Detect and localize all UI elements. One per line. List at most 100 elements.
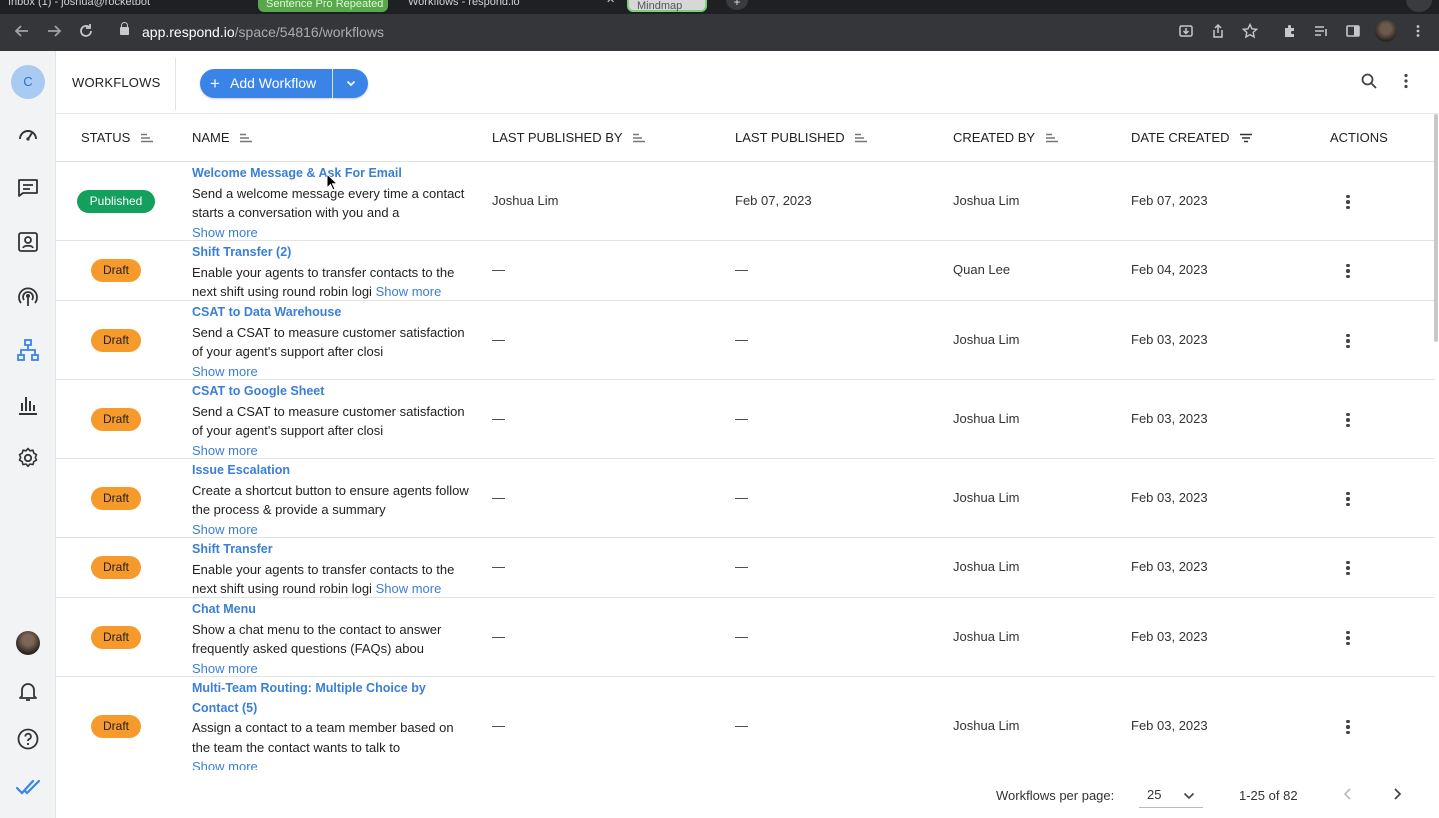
created-by: Joshua Lim [953, 718, 1020, 733]
show-more-link[interactable]: Show more [192, 443, 258, 458]
add-workflow-button[interactable]: + Add Workflow [200, 69, 332, 98]
show-more-link[interactable]: Show more [376, 581, 442, 596]
space-badge[interactable]: C [11, 65, 45, 99]
star-icon[interactable] [1240, 22, 1260, 43]
contact-card-icon[interactable] [16, 230, 40, 254]
extensions-icon[interactable] [1280, 23, 1300, 43]
avatar[interactable] [16, 631, 40, 655]
double-check-logo-icon[interactable] [15, 775, 41, 799]
show-more-link[interactable]: Show more [192, 661, 258, 676]
table-row[interactable]: Draft CSAT to Data Warehouse Send a CSAT… [56, 301, 1435, 380]
workflow-title-link[interactable]: CSAT to Data Warehouse [192, 303, 472, 323]
status-badge: Draft [91, 329, 141, 352]
column-label: ACTIONS [1330, 130, 1388, 145]
row-actions-icon[interactable] [1342, 490, 1354, 508]
table-row[interactable]: Draft Shift Transfer (2) Enable your age… [56, 241, 1435, 301]
column-header-last-published[interactable]: LAST PUBLISHED [735, 114, 868, 162]
prev-page-icon[interactable] [1338, 784, 1358, 806]
more-options-icon[interactable] [1395, 72, 1417, 94]
table-scrollbar[interactable] [1434, 114, 1438, 342]
reading-list-icon[interactable] [1311, 23, 1331, 43]
show-more-link[interactable]: Show more [192, 522, 258, 537]
workflow-title-link[interactable]: Shift Transfer (2) [192, 243, 472, 263]
per-page-select[interactable]: 25 [1139, 782, 1203, 808]
table-row[interactable]: Published Welcome Message & Ask For Emai… [56, 162, 1435, 241]
last-published-by: — [492, 332, 505, 347]
column-header-created-by[interactable]: CREATED BY [953, 114, 1059, 162]
new-tab-icon[interactable]: + [726, 0, 748, 10]
url-path: /space/54816/workflows [234, 24, 385, 40]
workflow-description: Create a shortcut button to ensure agent… [192, 482, 469, 518]
tab-label: Inbox (1) - joshua@rocketbot [8, 0, 151, 8]
install-icon[interactable] [1176, 23, 1196, 43]
date-created: Feb 07, 2023 [1131, 193, 1208, 208]
bell-icon[interactable] [16, 679, 40, 703]
address-bar[interactable]: app.respond.io/space/54816/workflows [110, 18, 1270, 47]
created-by: Joshua Lim [953, 629, 1020, 644]
sort-icon[interactable] [140, 133, 154, 143]
workflow-title-link[interactable]: Chat Menu [192, 600, 472, 620]
browser-tab[interactable]: Mindmap [627, 0, 707, 12]
share-icon[interactable] [1208, 23, 1228, 43]
table-row[interactable]: Draft CSAT to Google Sheet Send a CSAT t… [56, 380, 1435, 459]
table-row[interactable]: Draft Issue Escalation Create a shortcut… [56, 459, 1435, 538]
workflows-table: STATUS NAME LAST PUBLISHED BY LAST PUBLI… [56, 114, 1435, 774]
gear-icon[interactable] [16, 446, 40, 470]
broadcast-icon[interactable] [16, 284, 40, 308]
last-published-by: — [492, 262, 505, 277]
kebab-menu-icon[interactable] [1408, 23, 1428, 43]
speedometer-icon[interactable] [16, 123, 40, 147]
workflow-title-link[interactable]: Issue Escalation [192, 461, 472, 481]
chevron-down-icon [346, 80, 355, 87]
browser-tab-active[interactable]: Workflows - respond.io [400, 0, 528, 10]
created-by: Joshua Lim [953, 411, 1020, 426]
workflow-title-link[interactable]: Multi-Team Routing: Multiple Choice by C… [192, 679, 462, 718]
workflow-icon[interactable] [16, 338, 40, 362]
row-actions-icon[interactable] [1342, 332, 1354, 350]
tab-search-icon[interactable] [1406, 0, 1432, 12]
profile-avatar[interactable] [1375, 20, 1397, 42]
show-more-link[interactable]: Show more [192, 364, 258, 379]
browser-tab[interactable]: Sentence Pro Repeated [258, 0, 388, 12]
tab-close-icon[interactable]: ✕ [606, 0, 615, 6]
row-actions-icon[interactable] [1342, 629, 1354, 647]
help-icon[interactable] [16, 727, 40, 751]
sort-desc-icon[interactable] [1239, 133, 1253, 143]
sort-icon[interactable] [632, 133, 646, 143]
created-by: Joshua Lim [953, 332, 1020, 347]
back-icon[interactable] [11, 22, 33, 44]
show-more-link[interactable]: Show more [376, 284, 442, 299]
workflow-title-link[interactable]: CSAT to Google Sheet [192, 382, 472, 402]
column-header-name[interactable]: NAME [192, 114, 253, 162]
add-workflow-dropdown-button[interactable] [333, 69, 368, 98]
reload-icon[interactable] [75, 22, 97, 44]
sort-icon[interactable] [239, 133, 253, 143]
row-actions-icon[interactable] [1342, 411, 1354, 429]
bar-chart-icon[interactable] [16, 393, 40, 417]
workflow-title-link[interactable]: Shift Transfer [192, 540, 472, 560]
table-row[interactable]: Draft Chat Menu Show a chat menu to the … [56, 598, 1435, 677]
column-header-status[interactable]: STATUS [81, 114, 154, 162]
table-row[interactable]: Draft Shift Transfer Enable your agents … [56, 538, 1435, 598]
row-actions-icon[interactable] [1342, 262, 1354, 280]
search-icon[interactable] [1358, 72, 1380, 94]
browser-tab[interactable]: Inbox (1) - joshua@rocketbot [0, 0, 158, 10]
workflow-name-cell: CSAT to Google Sheet Send a CSAT to meas… [192, 382, 472, 460]
column-header-last-published-by[interactable]: LAST PUBLISHED BY [492, 114, 646, 162]
sort-icon[interactable] [1045, 133, 1059, 143]
forward-icon[interactable] [43, 22, 65, 44]
pagination-range: 1-25 of 82 [1239, 788, 1298, 803]
row-actions-icon[interactable] [1342, 718, 1354, 736]
last-published-by: — [492, 718, 505, 733]
sort-icon[interactable] [854, 133, 868, 143]
message-icon[interactable] [16, 176, 40, 200]
next-page-icon[interactable] [1387, 784, 1407, 806]
workflow-name-cell: Chat Menu Show a chat menu to the contac… [192, 600, 472, 678]
column-header-date-created[interactable]: DATE CREATED [1131, 114, 1253, 162]
row-actions-icon[interactable] [1342, 559, 1354, 577]
table-row[interactable]: Draft Multi-Team Routing: Multiple Choic… [56, 677, 1435, 774]
show-more-link[interactable]: Show more [192, 225, 258, 240]
side-panel-icon[interactable] [1343, 23, 1363, 43]
per-page-value: 25 [1147, 787, 1162, 802]
row-actions-icon[interactable] [1342, 193, 1354, 211]
